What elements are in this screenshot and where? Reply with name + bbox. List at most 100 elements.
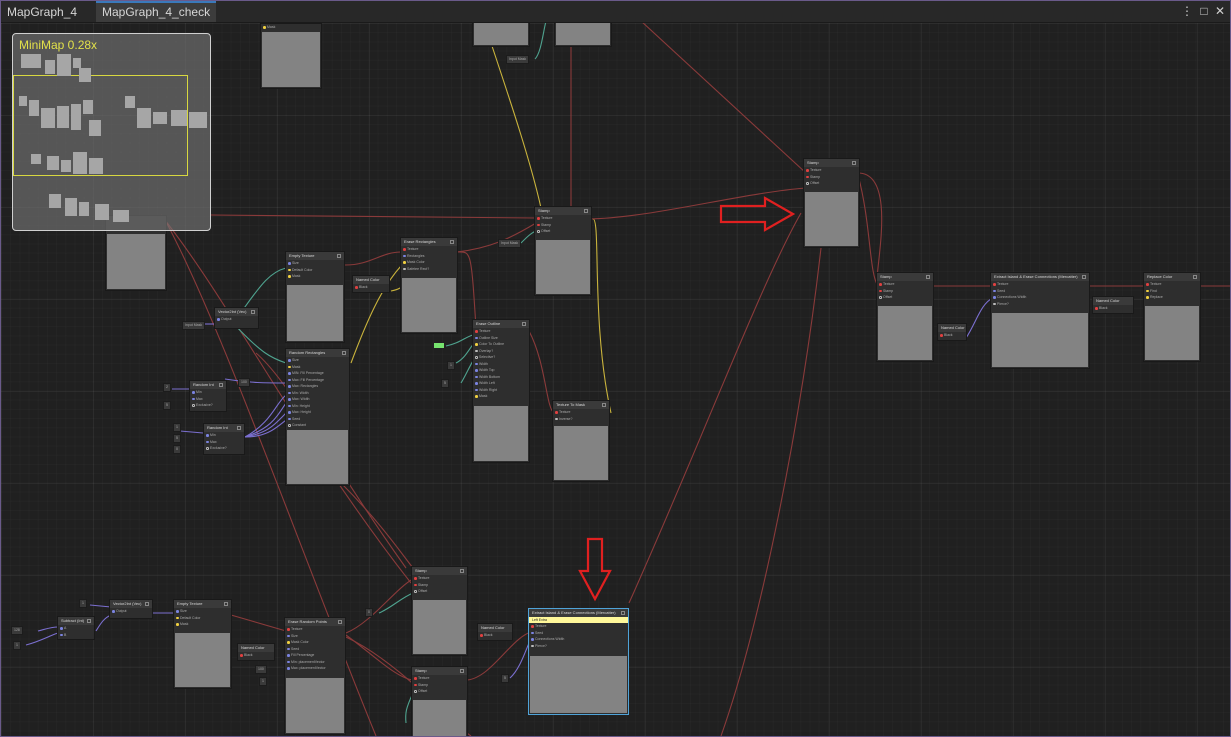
partial-node-top-c[interactable]: Mask bbox=[260, 23, 322, 89]
input-mask-chip[interactable]: Input Mask bbox=[498, 239, 522, 248]
replace-color-node[interactable]: Replace Color Texture Find Replace bbox=[1143, 272, 1201, 362]
port-mask[interactable]: Mask bbox=[261, 24, 321, 31]
node-menu-icon[interactable] bbox=[621, 611, 625, 615]
named-color-node[interactable]: Named Color Black bbox=[477, 623, 513, 641]
number-field[interactable]: 5 bbox=[501, 674, 509, 683]
tab-mapgraph-4[interactable]: MapGraph_4 bbox=[1, 1, 83, 22]
port-pierce[interactable]: Pierce? bbox=[991, 301, 1089, 308]
number-field[interactable]: 1 bbox=[173, 423, 181, 432]
named-color-value[interactable]: Black bbox=[478, 632, 512, 639]
port-offset[interactable]: Offset bbox=[412, 688, 467, 695]
texture-to-mask-node[interactable]: Texture To Mask Texture Inverse? bbox=[552, 400, 610, 482]
stamp-node-right[interactable]: Stamp Texture Stamp Offset bbox=[876, 272, 934, 362]
number-field[interactable]: 5 bbox=[173, 434, 181, 443]
node-menu-icon[interactable] bbox=[337, 254, 341, 258]
node-menu-icon[interactable] bbox=[219, 383, 223, 387]
stamp-node-bottom-2[interactable]: Stamp Texture Stamp Offset bbox=[411, 666, 468, 736]
port-pierce[interactable]: Pierce? bbox=[529, 643, 628, 650]
erase-rectangles-node[interactable]: Erase Rectangles Texture Rectangles Mask… bbox=[400, 237, 458, 334]
node-menu-icon[interactable] bbox=[602, 403, 606, 407]
port-offset[interactable]: Offset bbox=[877, 294, 933, 301]
port-mask[interactable]: Mask bbox=[174, 621, 231, 628]
port-inverse[interactable]: Inverse? bbox=[553, 416, 609, 423]
subtract-int-node[interactable]: Subtract (Int) A B bbox=[57, 616, 95, 640]
node-menu-icon[interactable] bbox=[460, 669, 464, 673]
port-constant[interactable]: Constant bbox=[286, 422, 349, 429]
vector2int-node[interactable]: Vector2Int (Vec) Output bbox=[214, 307, 259, 329]
node-menu-icon[interactable] bbox=[87, 619, 91, 623]
port-mask[interactable]: Mask bbox=[473, 393, 529, 400]
node-menu-icon[interactable] bbox=[522, 322, 526, 326]
port-exclusive[interactable]: Exclusive? bbox=[190, 402, 226, 409]
node-menu-icon[interactable] bbox=[237, 426, 241, 430]
maximize-icon[interactable]: □ bbox=[1196, 3, 1212, 19]
port-max-placement[interactable]: Max: placementVector bbox=[285, 665, 345, 672]
port-offset[interactable]: Offset bbox=[804, 180, 859, 187]
stamp-node-top[interactable]: Stamp Texture Stamp Offset bbox=[803, 158, 860, 248]
number-field[interactable]: 128 bbox=[11, 626, 23, 635]
empty-texture-node[interactable]: Empty Texture Size Default Color Mask bbox=[173, 599, 232, 689]
input-mask-chip[interactable]: Input Mask bbox=[506, 55, 530, 64]
node-menu-icon[interactable] bbox=[224, 602, 228, 606]
erase-random-points-node[interactable]: Erase Random Points Texture Size Mask Co… bbox=[284, 617, 346, 735]
named-color-node[interactable]: Named Color Black bbox=[237, 643, 275, 661]
port-offset[interactable]: Offset bbox=[412, 588, 467, 595]
node-menu-icon[interactable] bbox=[342, 351, 346, 355]
named-color-node[interactable]: Named Color Black bbox=[352, 275, 390, 293]
erase-outline-node[interactable]: Erase Outline Texture Outline Size Color… bbox=[472, 319, 530, 463]
number-field[interactable]: 0 bbox=[365, 608, 373, 617]
port-safetee[interactable]: Safetee Rect? bbox=[401, 266, 457, 273]
named-color-node[interactable]: Named Color Black bbox=[937, 323, 967, 341]
node-menu-icon[interactable] bbox=[584, 209, 588, 213]
port-exclusive[interactable]: Exclusive? bbox=[204, 445, 244, 452]
node-menu-icon[interactable] bbox=[450, 240, 454, 244]
port-output[interactable]: Output bbox=[110, 608, 152, 615]
stamp-node-mid[interactable]: Stamp Texture Stamp Offset bbox=[534, 206, 592, 296]
number-field[interactable]: 1 bbox=[259, 677, 267, 686]
port-output[interactable]: Output bbox=[215, 316, 258, 323]
input-mask-chip[interactable]: Input Mask bbox=[182, 321, 206, 330]
extract-island-node-bottom[interactable]: Extract Island & Erase Connections (Merc… bbox=[528, 608, 629, 715]
node-menu-icon[interactable] bbox=[145, 602, 149, 606]
node-menu-icon[interactable] bbox=[338, 620, 342, 624]
graph-canvas[interactable]: Stamp Texture Stamp Offset Stamp Texture… bbox=[1, 23, 1230, 736]
node-menu-icon[interactable] bbox=[1082, 275, 1086, 279]
port-offset[interactable]: Offset bbox=[535, 228, 591, 235]
tab-mapgraph-4-check[interactable]: MapGraph_4_check bbox=[96, 1, 217, 22]
node-menu-icon[interactable] bbox=[926, 275, 930, 279]
named-color-node[interactable]: Named Color Black bbox=[1092, 296, 1134, 314]
port-replace[interactable]: Replace bbox=[1144, 294, 1200, 301]
port-b[interactable]: B bbox=[58, 632, 94, 639]
node-menu-icon[interactable] bbox=[852, 161, 856, 165]
extract-island-node-right[interactable]: Extract Island & Erase Connections (Merc… bbox=[990, 272, 1090, 369]
stamp-node-bottom-1[interactable]: Stamp Texture Stamp Offset bbox=[411, 566, 468, 656]
color-swatch[interactable] bbox=[434, 343, 444, 348]
number-field[interactable]: 2 bbox=[163, 383, 171, 392]
number-field[interactable]: 1 bbox=[447, 361, 455, 370]
partial-node-top-a[interactable] bbox=[472, 23, 530, 47]
node-menu-icon[interactable] bbox=[251, 310, 255, 314]
node-menu-icon[interactable] bbox=[460, 569, 464, 573]
random-int-node[interactable]: Random Int Min Max Exclusive? bbox=[189, 380, 227, 412]
partial-node-top-b[interactable] bbox=[554, 23, 612, 47]
more-options-icon[interactable]: ⋮ bbox=[1179, 3, 1195, 19]
random-int-node[interactable]: Random Int Min Max Exclusive? bbox=[203, 423, 245, 455]
vector2int-node[interactable]: Vector2Int (Vec) Output bbox=[109, 599, 153, 619]
random-rectangles-node[interactable]: Random Rectangles Size Mask MIN: Fill Pe… bbox=[285, 348, 350, 486]
number-field[interactable]: 5 bbox=[441, 379, 449, 388]
number-field[interactable]: 0 bbox=[173, 445, 181, 454]
number-field[interactable]: 1 bbox=[13, 641, 21, 650]
named-color-value[interactable]: Black bbox=[938, 332, 966, 339]
number-field[interactable]: 100 bbox=[238, 378, 250, 387]
named-color-value[interactable]: Black bbox=[238, 652, 274, 659]
number-field[interactable]: 5 bbox=[163, 401, 171, 410]
minimap[interactable]: MiniMap 0.28x bbox=[12, 33, 211, 231]
port-mask[interactable]: Mask bbox=[286, 273, 344, 280]
empty-texture-node[interactable]: Empty Texture Size Default Color Mask bbox=[285, 251, 345, 343]
named-color-value[interactable]: Black bbox=[1093, 305, 1133, 312]
node-menu-icon[interactable] bbox=[1193, 275, 1197, 279]
close-icon[interactable]: ✕ bbox=[1212, 3, 1228, 19]
named-color-value[interactable]: Black bbox=[353, 284, 389, 291]
number-field[interactable]: 100 bbox=[255, 665, 267, 674]
number-field[interactable]: 1 bbox=[79, 599, 87, 608]
